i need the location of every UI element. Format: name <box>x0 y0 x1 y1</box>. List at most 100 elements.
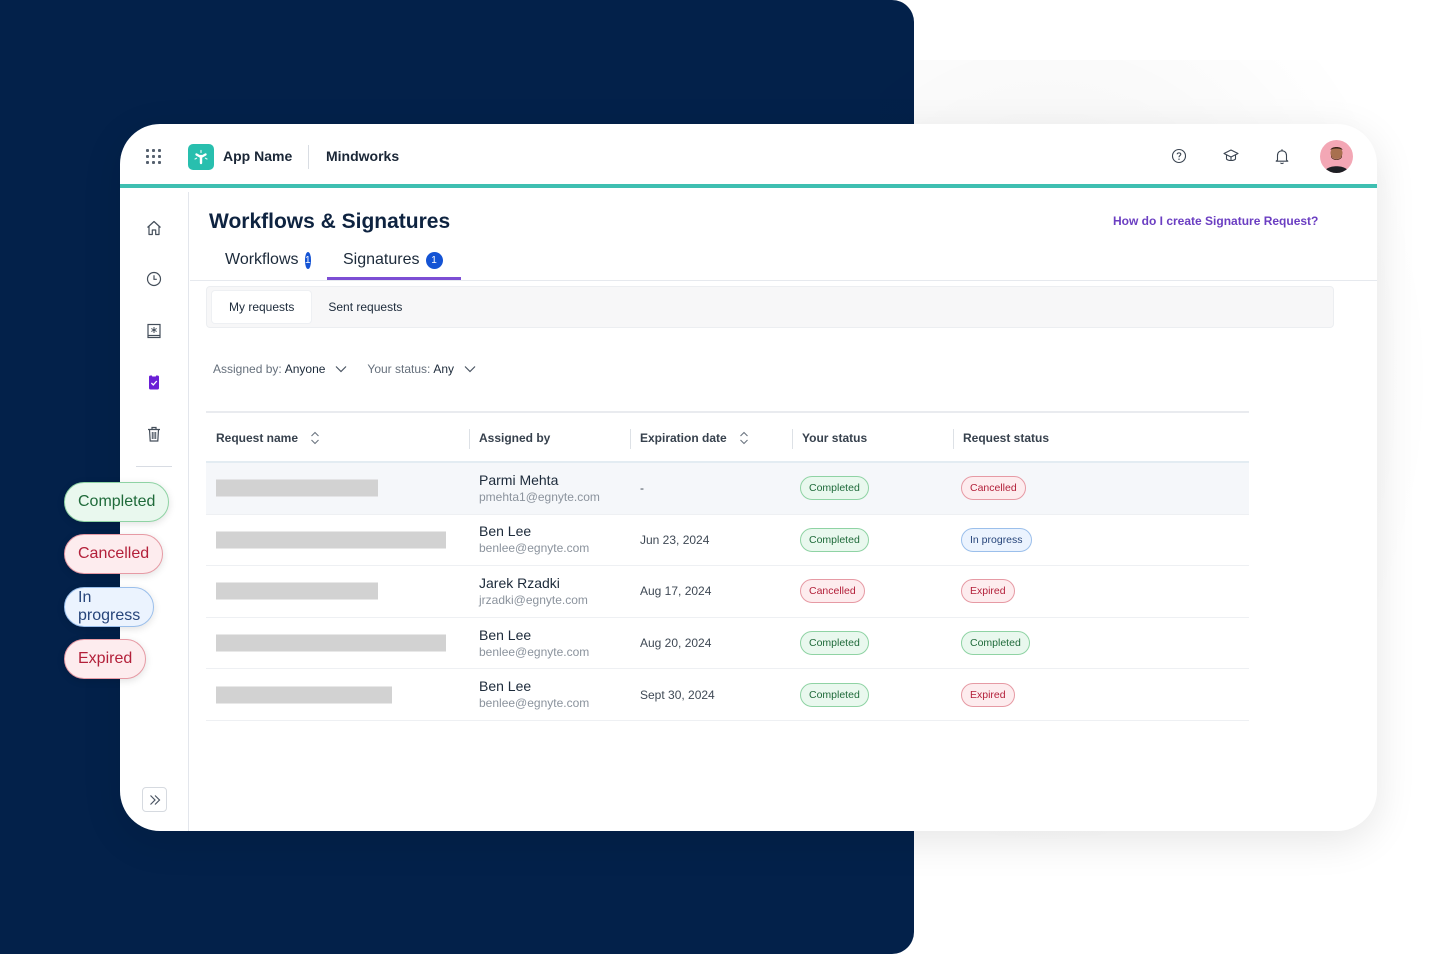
assignee-name: Ben Lee <box>479 626 532 643</box>
app-window: App Name Mindworks Workflows & Signature… <box>120 124 1377 831</box>
help-icon[interactable] <box>1169 146 1189 166</box>
assigned-by-filter[interactable]: Assigned by: Anyone <box>213 362 347 376</box>
request-type-segment: My requests Sent requests <box>206 286 1334 328</box>
your-status-filter[interactable]: Your status: Any <box>367 362 476 376</box>
filter-value: Anyone <box>284 362 326 376</box>
app-grid-icon[interactable] <box>146 149 161 164</box>
table-row[interactable]: Jarek Rzadki jrzadki@egnyte.com Aug 17, 20… <box>206 566 1249 618</box>
expiration-date-cell: Aug 17, 2024 <box>640 584 712 599</box>
filter-value: Any <box>433 362 455 376</box>
assignee-email: benlee@egnyte.com <box>479 644 590 659</box>
legend-badge-cancelled: Cancelled <box>64 534 164 574</box>
status-badge: Completed <box>800 527 869 552</box>
divider <box>308 145 309 169</box>
status-badge: Expired <box>961 579 1015 604</box>
column-your-status: Your status <box>792 413 867 463</box>
status-badge: Expired <box>961 682 1015 707</box>
column-label: Request name <box>216 431 299 445</box>
expiration-date-cell: Sept 30, 2024 <box>640 687 715 702</box>
segment-sent-requests[interactable]: Sent requests <box>311 291 419 323</box>
request-name-placeholder <box>216 686 392 704</box>
avatar[interactable] <box>1320 140 1353 173</box>
your-status-cell: Completed <box>800 515 869 566</box>
assigned-by-cell: Jarek Rzadki jrzadki@egnyte.com <box>479 566 588 617</box>
legend-badge-expired: Expired <box>64 639 147 679</box>
sidebar-item-recent[interactable] <box>144 269 164 289</box>
request-name-cell <box>206 566 469 617</box>
column-request-status: Request status <box>953 413 1049 463</box>
request-status-cell: Completed <box>961 618 1030 669</box>
tab-signatures[interactable]: Signatures 1 <box>327 240 461 280</box>
sidebar-item-trash[interactable] <box>144 424 164 444</box>
trash-icon <box>148 426 160 442</box>
table-row[interactable]: Ben Lee benlee@egnyte.com Sept 30, 2024 Com… <box>206 669 1249 721</box>
tab-count-badge: 1 <box>304 251 311 269</box>
filters: Assigned by: Anyone Your status: Any <box>213 362 496 376</box>
column-request-name[interactable]: Request name <box>206 413 320 463</box>
stage: App Name Mindworks Workflows & Signature… <box>0 0 1440 954</box>
table-row[interactable]: Ben Lee benlee@egnyte.com Aug 20, 2024 Comp… <box>206 618 1249 670</box>
your-status-cell: Completed <box>800 669 869 720</box>
help-link[interactable]: How do I create Signature Request? <box>1113 214 1318 228</box>
app-logo-icon[interactable] <box>188 144 214 170</box>
page-title: Workflows & Signatures <box>209 210 451 233</box>
column-expiration-date[interactable]: Expiration date <box>630 413 749 463</box>
assignee-email: pmehta1@egnyte.com <box>479 489 600 504</box>
status-badge: Completed <box>800 476 869 501</box>
assigned-by-cell: Parmi Mehta pmehta1@egnyte.com <box>479 463 600 514</box>
bell-icon[interactable] <box>1272 146 1292 166</box>
requests-table: Request name Assigned by Expiration date… <box>206 411 1249 721</box>
status-badge: In progress <box>961 527 1032 552</box>
chevron-down-icon <box>464 365 476 373</box>
expand-sidebar-button[interactable] <box>142 787 167 812</box>
sidebar-item-app-catalog[interactable] <box>144 321 164 341</box>
app-name[interactable]: App Name <box>223 148 292 164</box>
tabs: Workflows 1 Signatures 1 <box>209 240 461 280</box>
filter-label: Your status: <box>367 362 431 376</box>
status-badge: Cancelled <box>961 476 1026 501</box>
request-status-cell: In progress <box>961 515 1032 566</box>
request-status-cell: Expired <box>961 669 1015 720</box>
sort-icon[interactable] <box>310 430 320 446</box>
org-name[interactable]: Mindworks <box>326 148 399 164</box>
table-header: Request name Assigned by Expiration date… <box>206 411 1249 463</box>
expiration-date-cell: - <box>640 481 644 496</box>
request-name-cell <box>206 515 469 566</box>
expiration-date-cell: Jun 23, 2024 <box>640 532 710 547</box>
status-badge: Cancelled <box>800 579 865 604</box>
your-status-cell: Cancelled <box>800 566 865 617</box>
legend-badge-completed: Completed <box>64 482 170 522</box>
filter-label: Assigned by: <box>213 362 282 376</box>
sidebar-item-home[interactable] <box>144 218 164 238</box>
request-status-cell: Expired <box>961 566 1015 617</box>
tabs-divider <box>190 280 1377 281</box>
legend-badge-in-progress: In progress <box>64 587 155 627</box>
assigned-by-cell: Ben Lee benlee@egnyte.com <box>479 669 589 720</box>
request-name-cell <box>206 618 469 669</box>
assignee-email: benlee@egnyte.com <box>479 696 590 711</box>
request-name-cell <box>206 463 469 514</box>
chevron-down-icon <box>335 365 347 373</box>
status-badge: Completed <box>800 682 869 707</box>
request-status-cell: Cancelled <box>961 463 1026 514</box>
request-name-placeholder <box>216 582 378 600</box>
request-name-placeholder <box>216 531 446 549</box>
segment-my-requests[interactable]: My requests <box>212 291 312 323</box>
assigned-by-cell: Ben Lee benlee@egnyte.com <box>479 515 589 566</box>
request-name-cell <box>206 669 469 720</box>
column-label: Your status <box>802 431 868 445</box>
sort-icon[interactable] <box>739 430 749 446</box>
status-badge: Completed <box>961 631 1030 656</box>
clock-icon <box>146 271 162 287</box>
table-row[interactable]: Parmi Mehta pmehta1@egnyte.com - Completed C… <box>206 463 1249 515</box>
tab-workflows[interactable]: Workflows 1 <box>209 240 327 280</box>
sidebar-item-signatures[interactable] <box>144 372 164 392</box>
top-bar: App Name Mindworks <box>120 124 1377 188</box>
table-body: Parmi Mehta pmehta1@egnyte.com - Completed C… <box>206 463 1249 721</box>
column-label: Request status <box>963 431 1050 445</box>
table-row[interactable]: Ben Lee benlee@egnyte.com Jun 23, 2024 Comp… <box>206 515 1249 567</box>
assignee-email: jrzadki@egnyte.com <box>479 592 588 607</box>
home-icon <box>147 220 161 236</box>
sidebar-divider <box>136 466 172 467</box>
learning-cap-icon[interactable] <box>1221 146 1241 166</box>
